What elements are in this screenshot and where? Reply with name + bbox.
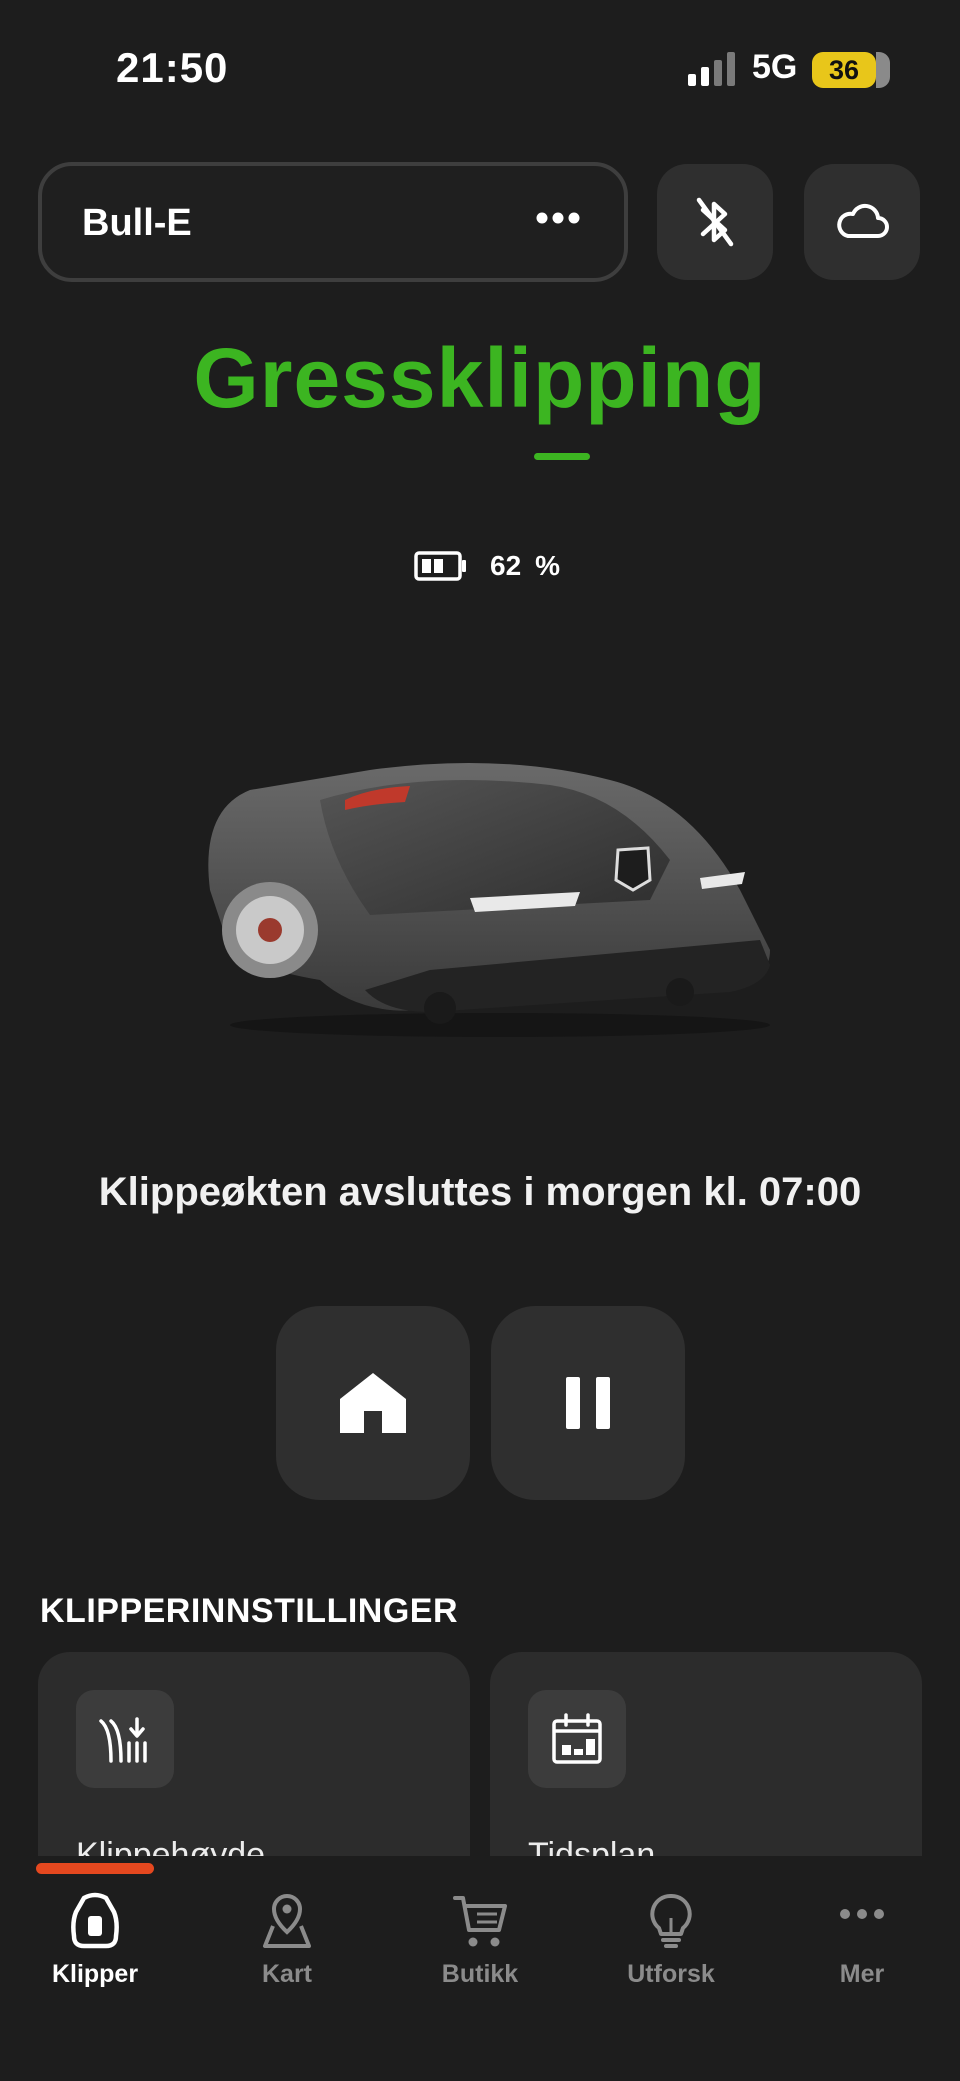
session-info: Klippeøkten avsluttes i morgen kl. 07:00 [98,1170,862,1214]
lightbulb-icon [650,1893,692,1948]
more-dots-icon[interactable] [536,210,580,226]
more-icon [840,1909,884,1919]
schedule-card[interactable]: Tidsplan [490,1652,922,1872]
map-pin-icon [263,1893,311,1948]
cutting-height-icon [99,1717,147,1763]
park-home-button[interactable] [276,1306,470,1500]
battery-percentage: 62 [490,550,522,581]
cutting-height-card[interactable]: Klippehøyde [38,1652,470,1872]
device-name: Bull-E [82,202,192,244]
mower-screen: 21:50 5G 36 Bull-E Gressklipping 62 % Kl… [0,0,960,2081]
home-icon [340,1373,406,1433]
tab-label: Klipper [51,1960,139,1988]
tab-label: Utforsk [627,1960,715,1988]
status-battery-nub [877,64,882,77]
tab-klipper[interactable]: Klipper [15,1892,175,2022]
signal-icon [688,52,735,86]
tab-utforsk[interactable]: Utforsk [591,1892,751,2022]
device-selector[interactable]: Bull-E [38,162,628,282]
cart-icon [453,1896,507,1947]
battery-unit: % [535,550,561,581]
calendar-icon [552,1713,602,1764]
pause-icon [566,1377,610,1429]
tab-kart[interactable]: Kart [207,1892,367,2022]
bluetooth-button[interactable] [657,164,773,280]
tab-mer[interactable]: Mer [782,1892,942,2022]
cloud-button[interactable] [804,164,920,280]
tab-label: Butikk [441,1960,519,1988]
status-battery: 36 [812,52,890,88]
status-underline [534,453,590,460]
settings-section-title: KLIPPERINNSTILLINGER [40,1592,459,1630]
battery-icon [414,551,466,581]
bluetooth-off-icon [696,197,734,247]
mower-status-title: Gressklipping [193,331,767,425]
tab-butikk[interactable]: Butikk [400,1892,560,2022]
cloud-icon [837,203,889,238]
cutting-height-icon-box [76,1690,174,1788]
battery-indicator: 62 % [414,548,560,584]
schedule-icon-box [528,1690,626,1788]
network-label: 5G [752,48,798,86]
mower-icon [71,1892,119,1949]
active-tab-indicator [36,1863,154,1874]
pause-button[interactable] [491,1306,685,1500]
tab-bar: Klipper Kart Butikk Utforsk Mer [0,1856,960,2081]
tab-label: Kart [261,1960,312,1988]
tab-label: Mer [839,1960,885,1988]
mower-image [208,762,771,1037]
status-time: 21:50 [116,44,229,91]
